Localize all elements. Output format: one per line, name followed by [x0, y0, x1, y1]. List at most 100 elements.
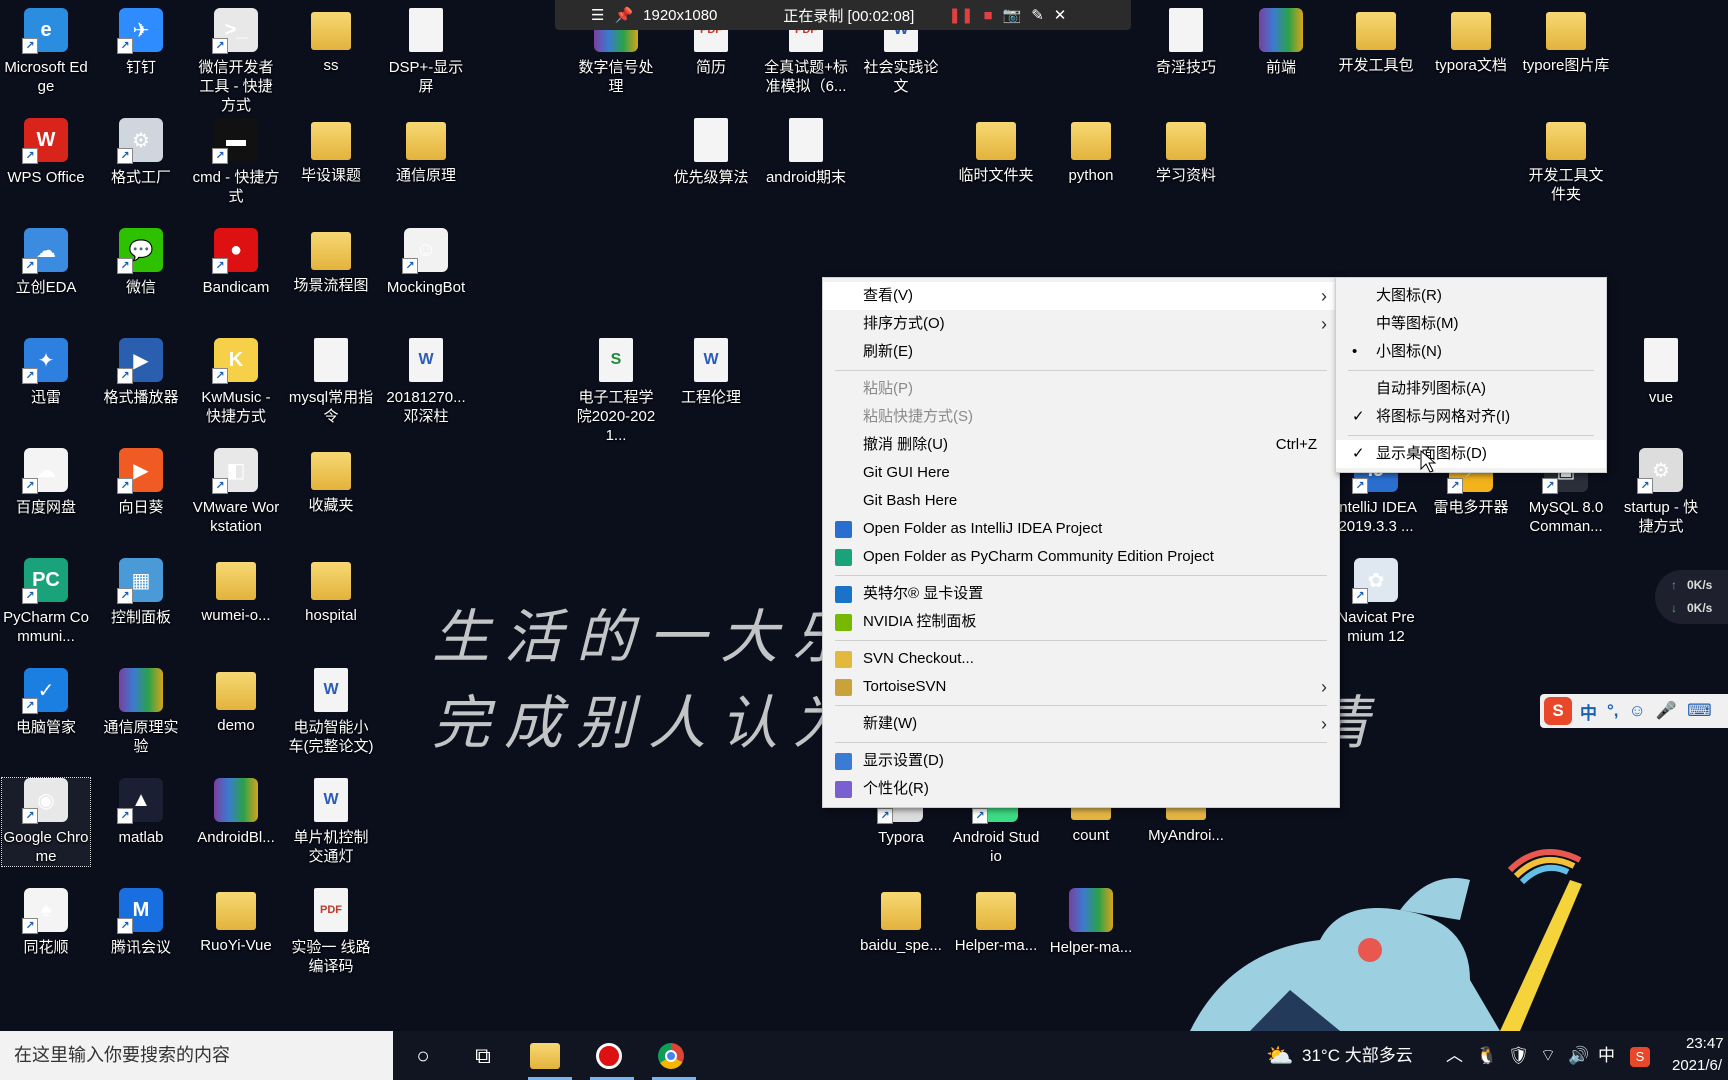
- desktop-icon[interactable]: ▦ 控制面板: [97, 558, 185, 627]
- desktop-icon[interactable]: W 工程伦理: [667, 338, 755, 407]
- desktop-icon[interactable]: python: [1047, 118, 1135, 185]
- desktop-icon[interactable]: ✦ 迅雷: [2, 338, 90, 407]
- menu-item[interactable]: 中等图标(M): [1336, 310, 1606, 338]
- desktop-icon[interactable]: ☺ MockingBot: [382, 228, 470, 297]
- desktop-icon[interactable]: W 单片机控制交通灯: [287, 778, 375, 866]
- emoji-icon[interactable]: ☺: [1629, 701, 1646, 721]
- desktop-icon[interactable]: ▬ cmd - 快捷方式: [192, 118, 280, 206]
- menu-item[interactable]: Git GUI Here: [823, 459, 1339, 487]
- file-explorer-icon[interactable]: [530, 1043, 560, 1069]
- volume-icon[interactable]: 🔊: [1568, 1031, 1589, 1080]
- menu-item[interactable]: 粘贴快捷方式(S): [823, 403, 1339, 431]
- weather-icon[interactable]: ⛅: [1266, 1031, 1293, 1080]
- pen-icon[interactable]: ✎: [1031, 6, 1044, 24]
- desktop-icon[interactable]: ✈ 钉钉: [97, 8, 185, 77]
- desktop-icon[interactable]: ✿ Navicat Premium 12: [1332, 558, 1420, 646]
- menu-item[interactable]: 排序方式(O) ›: [823, 310, 1339, 338]
- desktop-icon[interactable]: 通信原理: [382, 118, 470, 185]
- menu-item[interactable]: • 小图标(N): [1336, 338, 1606, 366]
- security-shield-icon[interactable]: 🛡: [1508, 1031, 1530, 1080]
- desktop-icon[interactable]: 学习资料: [1142, 118, 1230, 185]
- desktop-icon[interactable]: 开发工具包: [1332, 8, 1420, 75]
- menu-icon[interactable]: ☰: [591, 6, 604, 24]
- desktop-icon[interactable]: ◉ Google Chrome: [1, 777, 91, 867]
- microphone-icon[interactable]: 🎤: [1656, 701, 1677, 721]
- desktop-icon[interactable]: W 电动智能小车(完整论文): [287, 668, 375, 756]
- stop-icon[interactable]: ■: [983, 7, 992, 24]
- desktop-icon[interactable]: ▶ 向日葵: [97, 448, 185, 517]
- desktop-icon[interactable]: M 腾讯会议: [97, 888, 185, 957]
- camera-icon[interactable]: 📷: [1003, 6, 1022, 24]
- desktop-icon[interactable]: K KwMusic - 快捷方式: [192, 338, 280, 426]
- menu-item[interactable]: 撤消 删除(U) Ctrl+Z: [823, 431, 1339, 459]
- desktop-icon[interactable]: >_ 微信开发者工具 - 快捷方式: [192, 8, 280, 115]
- desktop-icon[interactable]: Helper-ma...: [1047, 888, 1135, 957]
- ime-language[interactable]: 中: [1580, 699, 1597, 724]
- menu-item[interactable]: 大图标(R): [1336, 282, 1606, 310]
- bandicam-taskbar-icon[interactable]: [592, 1039, 626, 1073]
- desktop-icon[interactable]: 前端: [1237, 8, 1325, 77]
- menu-item[interactable]: 刷新(E): [823, 338, 1339, 366]
- desktop-icon[interactable]: 💬 微信: [97, 228, 185, 297]
- pin-icon[interactable]: 📌: [614, 6, 633, 24]
- desktop-icon[interactable]: ☁ 立创EDA: [2, 228, 90, 297]
- menu-item[interactable]: 自动排列图标(A): [1336, 375, 1606, 403]
- desktop-icon[interactable]: ss: [287, 8, 375, 75]
- menu-item[interactable]: 英特尔® 显卡设置: [823, 580, 1339, 608]
- desktop-icon[interactable]: ♠ 同花顺: [2, 888, 90, 957]
- menu-item[interactable]: 新建(W) ›: [823, 710, 1339, 738]
- pause-icon[interactable]: ❚❚: [948, 6, 973, 24]
- desktop-icon[interactable]: ◧ VMware Workstation: [192, 448, 280, 536]
- keyboard-icon[interactable]: ⌨: [1687, 701, 1712, 721]
- taskbar-search-box[interactable]: 在这里输入你要搜索的内容: [0, 1031, 393, 1080]
- desktop-icon[interactable]: 开发工具文件夹: [1522, 118, 1610, 204]
- desktop-icon[interactable]: AndroidBl...: [192, 778, 280, 847]
- menu-item[interactable]: Git Bash Here: [823, 487, 1339, 515]
- desktop-icon[interactable]: ⚙ 格式工厂: [97, 118, 185, 187]
- tray-app-icon[interactable]: 🐧: [1476, 1031, 1497, 1080]
- desktop-icon[interactable]: 奇淫技巧: [1142, 8, 1230, 77]
- chrome-taskbar-icon[interactable]: [654, 1039, 688, 1073]
- desktop-icon[interactable]: DSP+-显示屏: [382, 8, 470, 96]
- desktop-icon[interactable]: W 20181270...邓深柱: [382, 338, 470, 426]
- desktop-icon[interactable]: Helper-ma...: [952, 888, 1040, 955]
- menu-item[interactable]: NVIDIA 控制面板: [823, 608, 1339, 636]
- desktop-icon[interactable]: vue: [1617, 338, 1705, 407]
- close-icon[interactable]: ✕: [1054, 6, 1067, 24]
- desktop-icon[interactable]: ● Bandicam: [192, 228, 280, 297]
- sogou-tray-icon[interactable]: S: [1630, 1031, 1650, 1080]
- desktop-icon[interactable]: typora文档: [1427, 8, 1515, 75]
- desktop-icon[interactable]: baidu_spe...: [857, 888, 945, 955]
- sogou-icon[interactable]: S: [1544, 697, 1572, 725]
- tray-ime-language[interactable]: 中: [1598, 1031, 1615, 1080]
- menu-item[interactable]: 粘贴(P): [823, 375, 1339, 403]
- menu-item[interactable]: ✓ 显示桌面图标(D): [1336, 440, 1606, 468]
- desktop-icon[interactable]: W WPS Office: [2, 118, 90, 187]
- cortana-icon[interactable]: ○: [406, 1039, 440, 1073]
- task-view-icon[interactable]: ⧉: [466, 1039, 500, 1073]
- desktop-icon[interactable]: PDF 实验一 线路编译码: [287, 888, 375, 976]
- desktop-icon[interactable]: 毕设课题: [287, 118, 375, 185]
- desktop-icon[interactable]: android期末: [762, 118, 850, 187]
- desktop-icon[interactable]: RuoYi-Vue: [192, 888, 280, 955]
- punctuation-icon[interactable]: °,: [1607, 701, 1619, 721]
- desktop-icon[interactable]: S 电子工程学院2020-2021...: [572, 338, 660, 445]
- menu-item[interactable]: ✓ 将图标与网格对齐(I): [1336, 403, 1606, 431]
- desktop-icon[interactable]: ✓ 电脑管家: [2, 668, 90, 737]
- menu-item[interactable]: SVN Checkout...: [823, 645, 1339, 673]
- menu-item[interactable]: 显示设置(D): [823, 747, 1339, 775]
- desktop-icon[interactable]: hospital: [287, 558, 375, 625]
- network-speed-widget[interactable]: ↑ 0K/s ↓ 0K/s: [1655, 570, 1728, 624]
- menu-item[interactable]: TortoiseSVN ›: [823, 673, 1339, 701]
- menu-item[interactable]: Open Folder as PyCharm Community Edition…: [823, 543, 1339, 571]
- weather-text[interactable]: 31°C 大部多云: [1302, 1031, 1413, 1080]
- menu-item[interactable]: 查看(V) ›: [823, 282, 1339, 310]
- show-hidden-icons-chevron-icon[interactable]: ︿: [1446, 1031, 1463, 1080]
- desktop-icon[interactable]: ▲ matlab: [97, 778, 185, 847]
- desktop-icon[interactable]: 收藏夹: [287, 448, 375, 515]
- desktop-icon[interactable]: 临时文件夹: [952, 118, 1040, 185]
- desktop-icon[interactable]: 场景流程图: [287, 228, 375, 295]
- menu-item[interactable]: 个性化(R): [823, 775, 1339, 803]
- desktop-icon[interactable]: mysql常用指令: [287, 338, 375, 426]
- desktop-icon[interactable]: typore图片库: [1522, 8, 1610, 75]
